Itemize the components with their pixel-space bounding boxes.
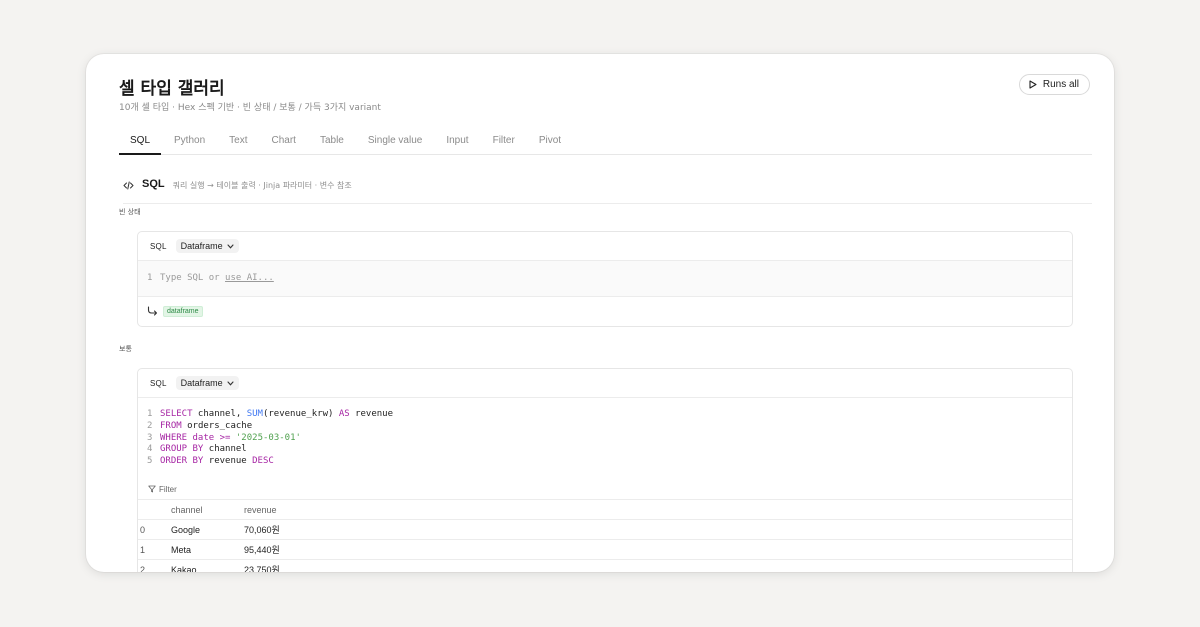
output-type-value: Dataframe <box>180 241 223 251</box>
page-subtitle: 10개 셀 타입 · Hex 스펙 기반 · 빈 상태 / 보통 / 가득 3가… <box>119 103 381 113</box>
code-token: >= <box>219 432 231 443</box>
tab-chart[interactable]: Chart <box>261 134 307 155</box>
cell-channel: Kakao <box>171 559 244 572</box>
table-row: 0 Google 70,060원 <box>138 519 1072 541</box>
code-line: 3 WHERE date >= '2025-03-01' <box>147 433 1072 445</box>
cell-type-label: SQL <box>150 378 167 388</box>
filter-icon <box>148 486 156 493</box>
tab-input[interactable]: Input <box>435 134 479 155</box>
code-token: GROUP BY <box>160 444 204 455</box>
code-token: FROM <box>160 420 182 431</box>
code-token: (revenue_krw) <box>262 409 339 419</box>
output-type-value: Dataframe <box>180 378 223 388</box>
row-index: 1 <box>138 539 171 561</box>
output-variable-tag[interactable]: dataframe <box>163 305 203 317</box>
editor-placeholder: Type SQL or <box>160 273 220 283</box>
filter-label: Filter <box>159 484 177 494</box>
code-token: ORDER BY <box>160 456 204 467</box>
play-icon <box>1029 80 1037 89</box>
output-type-dropdown[interactable]: Dataframe <box>175 239 239 253</box>
sql-editor[interactable]: 1 Type SQL or use AI... <box>138 261 1072 297</box>
section-description: 쿼리 실행 → 테이블 출력 · Jinja 파라미터 · 변수 참조 <box>172 181 352 190</box>
row-index: 0 <box>138 519 171 541</box>
code-token: orders_cache <box>181 420 253 431</box>
cell-channel: Meta <box>171 539 244 561</box>
tab-filter[interactable]: Filter <box>482 134 526 155</box>
code-token: '2025-03-01' <box>235 432 301 443</box>
table-filter-button[interactable]: Filter <box>138 480 1072 500</box>
tab-python[interactable]: Python <box>163 134 216 155</box>
code-token: channel <box>203 444 247 455</box>
code-token: channel, <box>192 409 247 419</box>
cell-revenue: 70,060원 <box>244 519 1072 541</box>
column-header-revenue[interactable]: revenue <box>244 499 1072 521</box>
code-line: 5 ORDER BY revenue DESC <box>147 456 1072 468</box>
result-table: channel revenue 0 Google 70,060원 1 Meta … <box>138 499 1072 572</box>
page-title: 셀 타입 갤러리 <box>119 79 225 99</box>
cell-type-label: SQL <box>150 241 167 251</box>
line-number: 5 <box>147 456 153 467</box>
tab-text[interactable]: Text <box>218 134 258 155</box>
sql-cell-empty: SQL Dataframe 1 Type SQL or use AI... dat… <box>137 231 1073 327</box>
line-number: 4 <box>147 444 153 455</box>
variant-label-empty: 빈 상태 <box>119 208 141 216</box>
line-number: 1 <box>147 409 153 419</box>
tab-single-value[interactable]: Single value <box>357 134 433 155</box>
output-variable-row: dataframe <box>138 297 1072 325</box>
cell-header: SQL Dataframe <box>138 369 1072 398</box>
cell-type-tabs: SQL Python Text Chart Table Single value… <box>119 134 1092 155</box>
chevron-down-icon <box>227 380 234 386</box>
output-type-dropdown[interactable]: Dataframe <box>175 376 239 390</box>
code-token: DESC <box>252 456 274 467</box>
code-token: WHERE <box>160 432 188 443</box>
tab-sql[interactable]: SQL <box>119 134 162 155</box>
use-ai-link[interactable]: use AI... <box>225 273 274 283</box>
code-token: revenue <box>349 409 394 419</box>
code-token: AS <box>338 409 350 419</box>
code-icon <box>123 181 134 190</box>
code-line: 2 FROM orders_cache <box>147 421 1072 433</box>
cell-header: SQL Dataframe <box>138 232 1072 261</box>
table-row: 1 Meta 95,440원 <box>138 539 1072 561</box>
column-header-channel[interactable]: channel <box>171 499 244 521</box>
tab-pivot[interactable]: Pivot <box>528 134 572 155</box>
section-title: SQL <box>142 178 165 190</box>
table-row: 2 Kakao 23,750원 <box>138 559 1072 572</box>
sql-cell-normal: SQL Dataframe 1 SELECT channel, SUM(reven… <box>137 368 1073 572</box>
cell-channel: Google <box>171 519 244 541</box>
code-token: date <box>192 432 215 443</box>
return-arrow-icon <box>147 306 158 316</box>
line-number: 1 <box>147 273 153 283</box>
runs-all-label: Runs all <box>1042 79 1079 90</box>
runs-all-button[interactable]: Runs all <box>1018 74 1090 95</box>
cell-gallery-card: 셀 타입 갤러리 10개 셀 타입 · Hex 스펙 기반 · 빈 상태 / 보… <box>86 54 1114 572</box>
section-header: SQL 쿼리 실행 → 테이블 출력 · Jinja 파라미터 · 변수 참조 <box>123 178 1092 204</box>
variant-label-normal: 보통 <box>119 345 132 353</box>
cell-revenue: 95,440원 <box>244 539 1072 561</box>
table-header-row: channel revenue <box>138 499 1072 521</box>
cell-revenue: 23,750원 <box>244 559 1072 572</box>
line-number: 3 <box>147 432 153 443</box>
chevron-down-icon <box>227 243 234 249</box>
code-token: revenue <box>203 456 253 467</box>
line-number: 2 <box>147 420 153 431</box>
code-token: SUM <box>246 409 263 419</box>
sql-editor[interactable]: 1 SELECT channel, SUM(revenue_krw) AS rev… <box>138 398 1072 480</box>
code-line: 1 SELECT channel, SUM(revenue_krw) AS rev… <box>147 409 1072 421</box>
tab-table[interactable]: Table <box>309 134 355 155</box>
code-line: 4 GROUP BY channel <box>147 444 1072 456</box>
row-index: 2 <box>138 559 171 572</box>
index-header <box>138 499 171 521</box>
code-token: SELECT <box>160 409 193 419</box>
